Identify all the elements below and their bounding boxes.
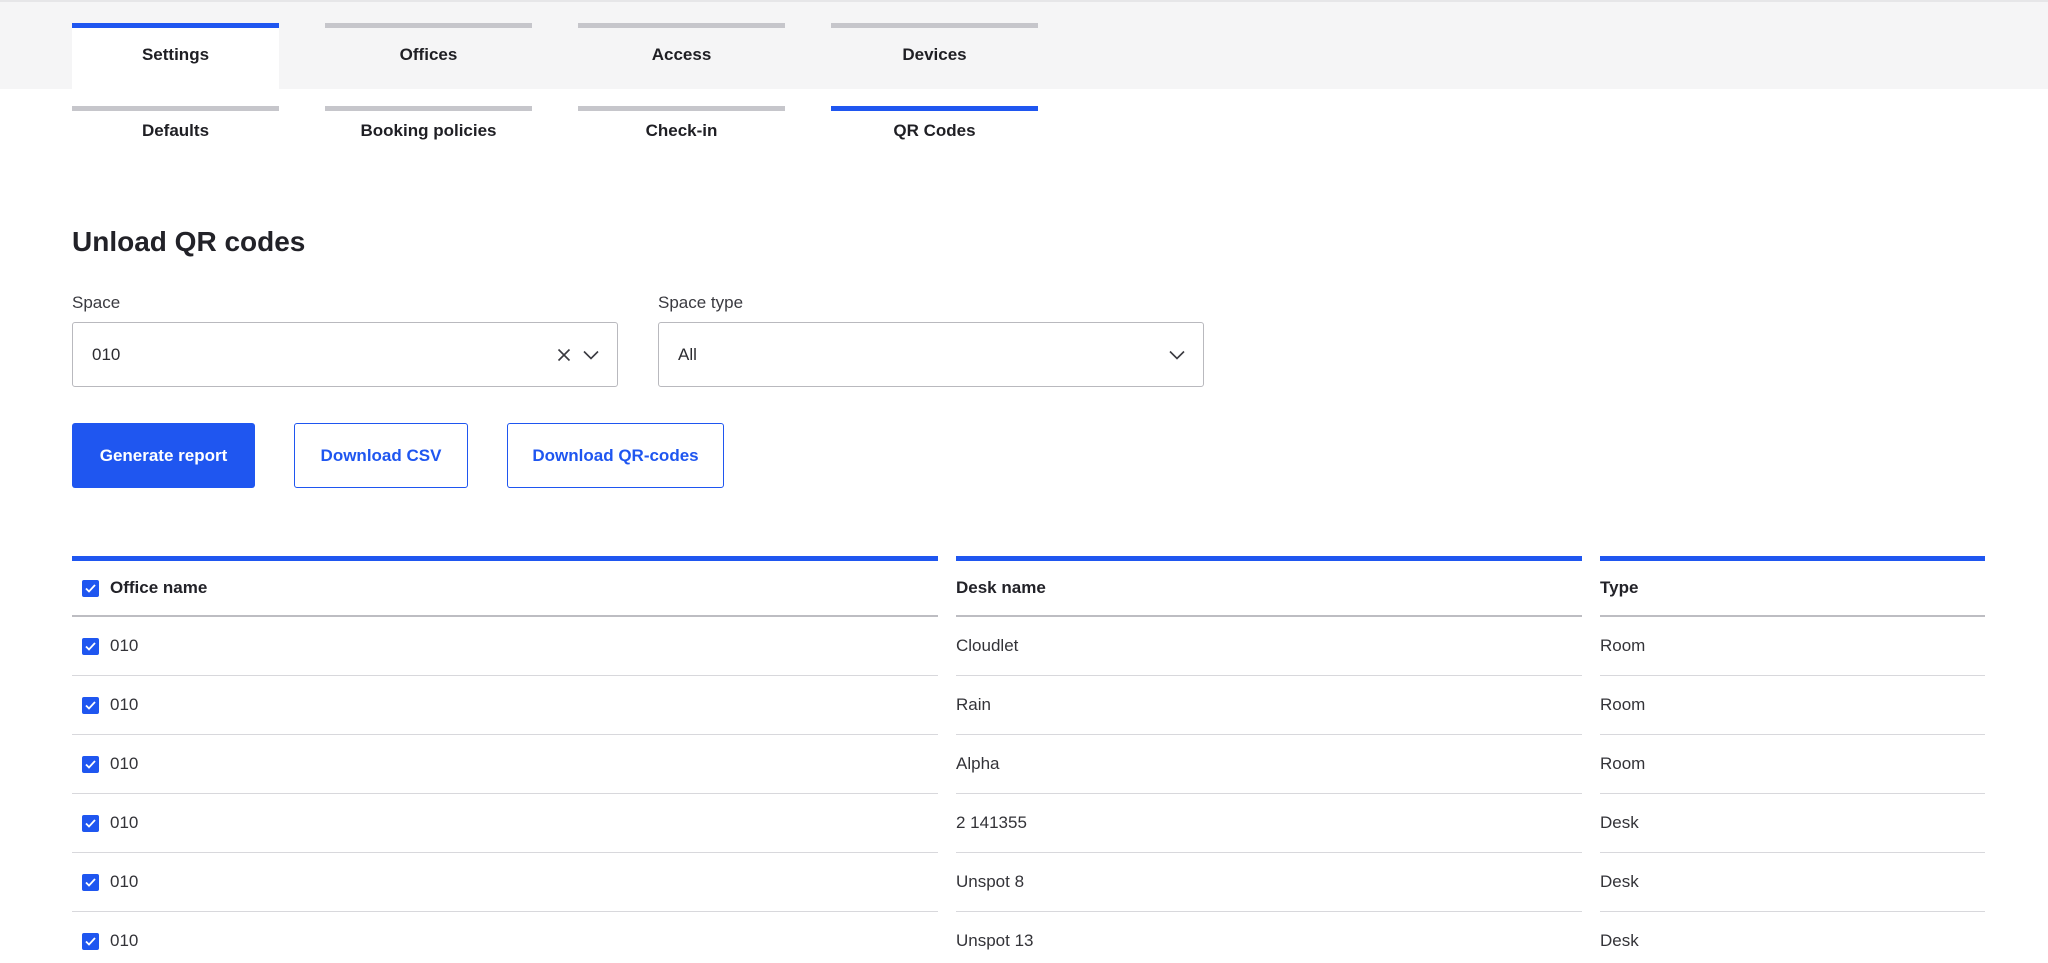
table-row: 010 <box>72 912 938 963</box>
tab-check-in[interactable]: Check-in <box>578 106 785 148</box>
desk-name-cell: Alpha <box>956 735 1582 794</box>
office-name-cell: 010 <box>110 813 139 832</box>
type-column: Type Room Room Room Desk Desk Desk <box>1600 556 1985 963</box>
row-checkbox[interactable] <box>82 696 99 714</box>
page-title: Unload QR codes <box>72 226 306 257</box>
space-type-select-value: All <box>678 344 697 364</box>
chevron-down-icon[interactable] <box>1169 350 1185 360</box>
tab-devices[interactable]: Devices <box>831 23 1038 89</box>
clear-icon[interactable] <box>557 348 571 362</box>
desk-name-column: Desk name Cloudlet Rain Alpha 2 141355 U… <box>956 556 1582 963</box>
desk-name-cell: Unspot 13 <box>956 912 1582 963</box>
table-row: 010 <box>72 735 938 794</box>
table-row: 010 <box>72 794 938 853</box>
type-cell: Room <box>1600 735 1985 794</box>
type-cell: Room <box>1600 617 1985 676</box>
table-row: 010 <box>72 853 938 912</box>
row-checkbox[interactable] <box>82 637 99 655</box>
space-type-select[interactable]: All <box>658 322 1204 387</box>
table-row: 010 <box>72 676 938 735</box>
table-row: 010 <box>72 617 938 676</box>
tab-settings[interactable]: Settings <box>72 23 279 89</box>
select-all-checkbox[interactable] <box>82 579 99 597</box>
office-name-header-label: Office name <box>110 578 208 597</box>
row-checkbox[interactable] <box>82 873 99 891</box>
type-cell: Desk <box>1600 794 1985 853</box>
office-name-cell: 010 <box>110 754 139 773</box>
desk-name-cell: Cloudlet <box>956 617 1582 676</box>
desk-name-cell: Rain <box>956 676 1582 735</box>
type-cell: Desk <box>1600 853 1985 912</box>
type-cell: Room <box>1600 676 1985 735</box>
row-checkbox[interactable] <box>82 932 99 950</box>
office-name-cell: 010 <box>110 872 139 891</box>
desk-name-cell: 2 141355 <box>956 794 1582 853</box>
tab-access[interactable]: Access <box>578 23 785 89</box>
download-csv-button[interactable]: Download CSV <box>294 423 468 488</box>
tab-defaults[interactable]: Defaults <box>72 106 279 148</box>
type-header: Type <box>1600 561 1985 617</box>
generate-report-button[interactable]: Generate report <box>72 423 255 488</box>
office-name-column: Office name 010 010 010 010 010 010 <box>72 556 938 963</box>
type-cell: Desk <box>1600 912 1985 963</box>
space-select-value: 010 <box>92 344 121 364</box>
office-name-cell: 010 <box>110 695 139 714</box>
secondary-tabs: Defaults Booking policies Check-in QR Co… <box>72 106 1038 148</box>
tab-booking-policies[interactable]: Booking policies <box>325 106 532 148</box>
office-name-cell: 010 <box>110 931 139 950</box>
tab-qr-codes[interactable]: QR Codes <box>831 106 1038 148</box>
space-label: Space <box>72 293 121 312</box>
chevron-down-icon[interactable] <box>583 350 599 360</box>
desk-name-header: Desk name <box>956 561 1582 617</box>
office-name-cell: 010 <box>110 636 139 655</box>
primary-tabs: Settings Offices Access Devices <box>72 23 1038 89</box>
office-name-header: Office name <box>72 561 938 617</box>
tab-offices[interactable]: Offices <box>325 23 532 89</box>
row-checkbox[interactable] <box>82 755 99 773</box>
desk-name-cell: Unspot 8 <box>956 853 1582 912</box>
download-qr-codes-button[interactable]: Download QR-codes <box>507 423 724 488</box>
row-checkbox[interactable] <box>82 814 99 832</box>
space-type-label: Space type <box>658 293 744 312</box>
space-select[interactable]: 010 <box>72 322 618 387</box>
